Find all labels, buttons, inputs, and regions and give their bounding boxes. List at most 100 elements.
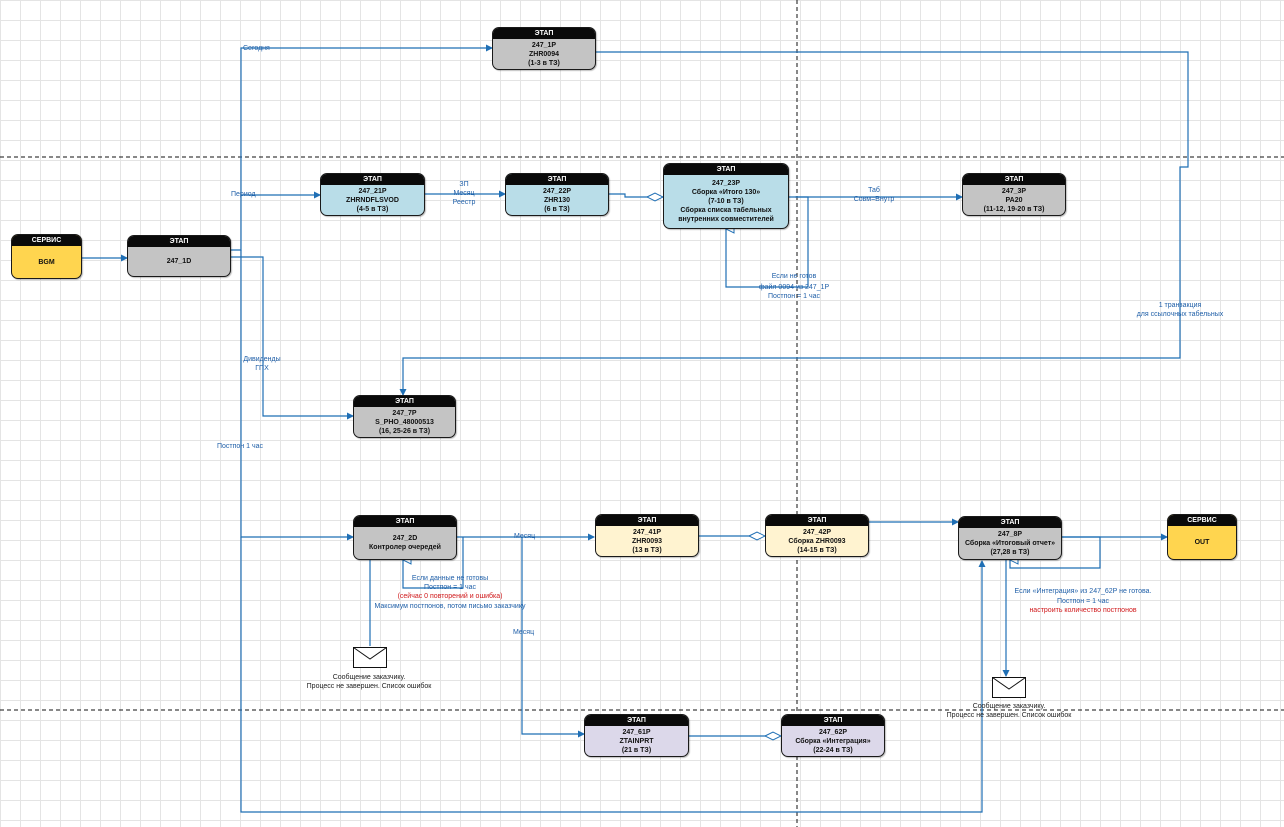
label-postpone-2d: Постпон = 1 час (423, 584, 477, 591)
label-message-1: Сообщение заказчику. (332, 674, 406, 681)
node-line: Сборка «Итоговый отчет» (964, 540, 1056, 547)
label-message-2-errors: Процесс не завершен. Список ошибок (946, 712, 1072, 719)
node-line: 247_22P (542, 187, 572, 195)
node-line: (11-12, 19-20 в ТЗ) (983, 205, 1045, 213)
node-line: Контролер очередей (369, 544, 441, 551)
node-line: (7-10 в ТЗ) (708, 198, 744, 205)
service-out[interactable]: СЕРВИС OUT (1167, 514, 1237, 560)
node-line: 247_1P (531, 41, 557, 49)
node-line: (1-3 в ТЗ) (528, 59, 560, 67)
conn-1d-1p (231, 44, 493, 251)
connectors-layer (0, 0, 1284, 827)
node-line: 247_8P (997, 531, 1023, 538)
label-zp: ЗП (459, 181, 469, 188)
node-header: ЭТАП (782, 715, 884, 726)
label-dividends: Дивиденды (243, 356, 281, 363)
label-segodnya: Сегодня (243, 45, 270, 52)
label-postpone-8p: Постпон = 1 час (1056, 598, 1110, 605)
label-tab: Таб (868, 187, 880, 194)
stage-247-2d[interactable]: ЭТАП 247_2D Контролер очередей (353, 515, 457, 560)
label-message-1-errors: Процесс не завершен. Список ошибок (306, 683, 432, 690)
node-line: (14-15 в ТЗ) (797, 546, 837, 554)
node-line: ZTAINPRT (619, 737, 654, 745)
node-line: 247_7P (392, 409, 417, 417)
lane-separators (0, 0, 1284, 827)
label-period: Период (231, 191, 256, 198)
stage-247-41p[interactable]: ЭТАП 247_41P ZHR0093 (13 в ТЗ) (595, 514, 699, 557)
stage-247-1p[interactable]: ЭТАП 247_1P ZHR0094 (1-3 в ТЗ) (492, 27, 596, 70)
stage-247-21p[interactable]: ЭТАП 247_21P ZHRNDFLSVOD (4-5 в ТЗ) (320, 173, 425, 216)
node-line: PA20 (1005, 196, 1023, 204)
label-postpone-23p: Постпон = 1 час (767, 293, 821, 300)
node-header: ЭТАП (354, 396, 455, 407)
node-header: ЭТАП (128, 236, 230, 247)
label-transaction: 1 транзакция (1158, 302, 1202, 309)
label-mesyac-41p: Месяц (514, 533, 536, 540)
conn-1d-7p (231, 256, 354, 420)
stage-247-8p[interactable]: ЭТАП 247_8P Сборка «Итоговый отчет» (27,… (958, 516, 1062, 560)
stage-247-62p[interactable]: ЭТАП 247_62P Сборка «Интеграция» (22-24 … (781, 714, 885, 757)
node-line: Сборка «Интеграция» (795, 737, 871, 745)
envelope-icon (992, 677, 1026, 698)
node-line: (4-5 в ТЗ) (356, 205, 389, 213)
label-reference-tabs: для ссылочных табельных (1136, 311, 1224, 318)
node-line: 247_23P (711, 180, 741, 187)
node-header: ЭТАП (321, 174, 424, 185)
label-file-0094: файл 0094 из 247_1P (758, 284, 830, 291)
label-if-not-ready: Если не готов (771, 273, 817, 280)
node-header: ЭТАП (493, 28, 595, 39)
node-header: СЕРВИС (1168, 515, 1236, 526)
stage-247-23p[interactable]: ЭТАП 247_23P Сборка «Итого 130» (7-10 в … (663, 163, 789, 229)
label-now-zero-retries: (сейчас 0 повторений и ошибка) (397, 593, 503, 600)
node-line: 247_61P (622, 728, 651, 736)
stage-247-42p[interactable]: ЭТАП 247_42P Сборка ZHR0093 (14-15 в ТЗ) (765, 514, 869, 557)
node-header: ЭТАП (766, 515, 868, 526)
label-reestr: Реестр (452, 199, 476, 206)
node-header: ЭТАП (596, 515, 698, 526)
node-line: Сборка ZHR0093 (788, 537, 846, 545)
node-line: BGM (38, 258, 55, 266)
node-header: СЕРВИС (12, 235, 81, 246)
label-postpone-main: Постпон 1 час (217, 443, 264, 450)
conn-22p-23p (609, 194, 663, 197)
node-line: (16, 25-26 в ТЗ) (378, 427, 431, 435)
node-header: ЭТАП (963, 174, 1065, 185)
node-line: Сборка списка табельных (680, 207, 772, 214)
node-line: 247_1D (166, 258, 192, 265)
node-line: 247_62P (818, 728, 848, 736)
stage-247-3p[interactable]: ЭТАП 247_3P PA20 (11-12, 19-20 в ТЗ) (962, 173, 1066, 216)
label-data-not-ready: Если данные не готовы (411, 575, 489, 582)
stage-247-61p[interactable]: ЭТАП 247_61P ZTAINPRT (21 в ТЗ) (584, 714, 689, 757)
node-line: (27,28 в ТЗ) (990, 549, 1030, 556)
node-line: (6 в ТЗ) (544, 205, 570, 213)
node-line: ZHR0093 (632, 537, 662, 545)
label-integration-not-ready: Если «Интеграция» из 247_62P не готова. (1014, 588, 1152, 595)
conn-1d-2d (240, 250, 354, 541)
node-line: Сборка «Итого 130» (691, 189, 761, 196)
node-header: ЭТАП (959, 517, 1061, 528)
node-line: 247_2D (392, 535, 418, 542)
node-line: ZHR130 (543, 196, 571, 204)
node-line: (13 в ТЗ) (632, 546, 662, 554)
node-header: ЭТАП (664, 164, 788, 175)
label-mesyac-22p: Месяц (453, 190, 475, 197)
node-line: 247_42P (802, 528, 832, 536)
label-configure-postpones: настроить количество постпонов (1029, 607, 1137, 614)
diagram-canvas: СЕРВИС BGM ЭТАП 247_1D ЭТАП 247_1P ZHR00… (0, 0, 1284, 827)
node-header: ЭТАП (506, 174, 608, 185)
node-line: 247_21P (358, 187, 387, 195)
node-line: OUT (1194, 539, 1210, 546)
stage-247-7p[interactable]: ЭТАП 247_7P S_PHO_48000513 (16, 25-26 в … (353, 395, 456, 438)
stage-247-22p[interactable]: ЭТАП 247_22P ZHR130 (6 в ТЗ) (505, 173, 609, 216)
node-line: (22-24 в ТЗ) (813, 746, 853, 754)
node-line: ZHRNDFLSVOD (346, 196, 399, 204)
node-line: (21 в ТЗ) (621, 746, 652, 754)
node-line: ZHR0094 (529, 50, 559, 58)
envelope-icon (353, 647, 387, 668)
stage-247-1d[interactable]: ЭТАП 247_1D (127, 235, 231, 277)
label-max-postpones: Максимум постпонов, потом письмо заказчи… (374, 603, 526, 610)
node-line: 247_41P (632, 528, 662, 536)
node-line: внутренних совместителей (678, 216, 774, 223)
label-gph: ГПХ (255, 365, 269, 372)
service-bgm[interactable]: СЕРВИС BGM (11, 234, 82, 279)
